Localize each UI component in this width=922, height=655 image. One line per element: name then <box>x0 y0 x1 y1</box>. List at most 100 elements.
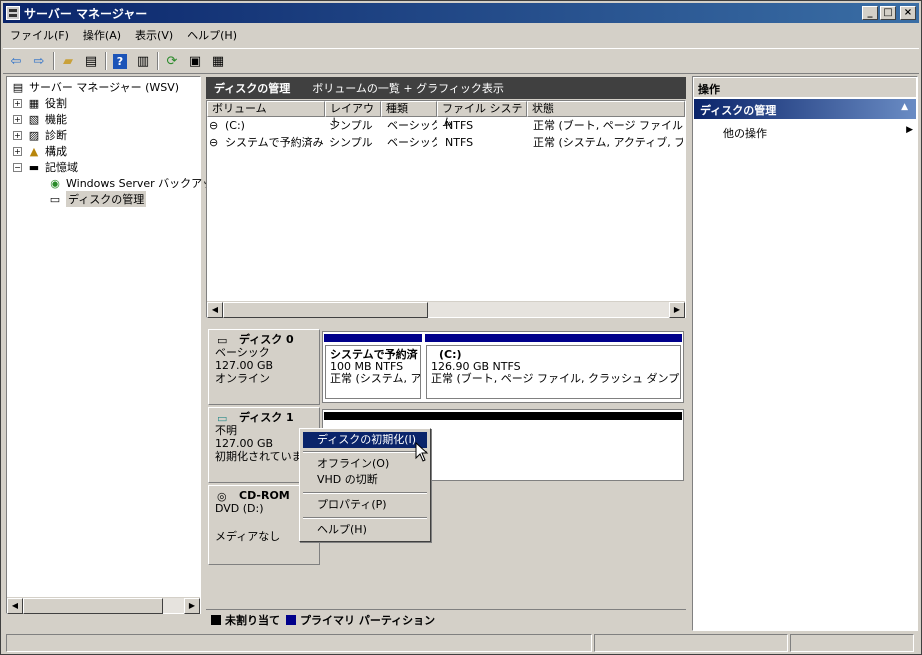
collapse-up-icon[interactable]: ▲ <box>901 102 908 112</box>
window-title: サーバー マネージャー <box>24 6 148 21</box>
tree-item-label: 診断 <box>45 129 67 142</box>
tree-item-roles[interactable]: + ▦ 役割 <box>13 95 67 111</box>
actions-header: 操作 <box>694 78 916 97</box>
legend-unallocated-swatch <box>211 614 221 625</box>
expand-icon[interactable]: + <box>13 114 22 124</box>
main-window: サーバー マネージャー _ □ × ファイル(F) 操作(A) 表示(V) ヘル… <box>0 0 922 655</box>
disk-name: ディスク 1 <box>239 411 294 424</box>
show-hide-tree-icon[interactable]: ▤ <box>81 51 101 71</box>
disk-graphical-view: ▭ ディスク 0 ベーシック 127.00 GB オンライン システムで予約済 1… <box>206 323 686 629</box>
content-title: ディスクの管理 <box>214 82 291 95</box>
tree-root[interactable]: ▤ サーバー マネージャー (WSV) <box>10 79 179 95</box>
tree-item-windows-server-backup[interactable]: ◉ Windows Server バックアップ <box>47 175 224 191</box>
scroll-right-icon[interactable]: ▶ <box>669 302 685 318</box>
menu-view[interactable]: 表示(V) <box>128 27 180 43</box>
toolbar-separator <box>53 52 55 70</box>
scroll-left-icon[interactable]: ◀ <box>7 598 23 614</box>
actions-pane: 操作 ディスクの管理 ▲ 他の操作 ▶ <box>692 76 918 631</box>
minimize-button[interactable]: _ <box>862 6 878 20</box>
volume-c[interactable]: (C:) 126.90 GB NTFS 正常 (ブート, ページ ファイル, ク… <box>426 345 681 399</box>
back-arrow-icon[interactable]: ⇦ <box>6 51 26 71</box>
disk-status: オンライン <box>215 372 270 385</box>
disk-management-icon: ▭ <box>49 192 61 206</box>
cell-status: 正常 (ブート, ページ ファイル, クラ <box>533 119 683 132</box>
cell-filesystem: NTFS <box>445 136 474 149</box>
tree-item-storage[interactable]: − ▬ 記憶域 <box>13 159 78 175</box>
tree-item-label: 機能 <box>45 113 67 126</box>
cell-volume: (C:) <box>225 119 245 132</box>
volume-status: 正常 (ブート, ページ ファイル, クラッシュ ダンプ, プライ <box>431 372 681 385</box>
cell-volume: システムで予約済み <box>225 136 324 149</box>
features-icon: ▧ <box>28 112 40 126</box>
partition-legend: 未割り当て プライマリ パーティション <box>206 609 686 629</box>
scroll-right-icon[interactable]: ▶ <box>184 598 200 614</box>
tree-item-configuration[interactable]: + ▲ 構成 <box>13 143 67 159</box>
navigation-tree: ▤ サーバー マネージャー (WSV) + ▦ 役割 + ▧ 機能 + ▨ 診断… <box>6 76 224 614</box>
expand-icon[interactable]: + <box>13 98 22 108</box>
menu-file[interactable]: ファイル(F) <box>3 27 76 43</box>
disk-size: 127.00 GB <box>215 359 274 372</box>
tree-item-label: ディスクの管理 <box>66 191 147 207</box>
tree-item-features[interactable]: + ▧ 機能 <box>13 111 67 127</box>
cell-layout: シンプル <box>329 136 373 149</box>
close-button[interactable]: × <box>900 6 916 20</box>
menu-action[interactable]: 操作(A) <box>76 27 128 43</box>
collapse-icon[interactable]: − <box>13 162 22 172</box>
drive-icon: ⊖ <box>209 136 219 149</box>
refresh-icon[interactable]: ⟳ <box>162 51 182 71</box>
menu-item-help[interactable]: ヘルプ(H) <box>303 522 427 538</box>
column-header-layout[interactable]: レイアウト <box>325 101 381 129</box>
scroll-thumb[interactable] <box>223 302 428 318</box>
column-header-type[interactable]: 種類 <box>381 101 437 117</box>
menu-bar: ファイル(F) 操作(A) 表示(V) ヘルプ(H) <box>3 25 919 45</box>
properties-icon[interactable]: ▣ <box>185 51 205 71</box>
tree-item-label: 構成 <box>45 145 67 158</box>
disk-name: ディスク 0 <box>239 333 294 346</box>
disk-0-label[interactable]: ▭ ディスク 0 ベーシック 127.00 GB オンライン <box>208 329 320 405</box>
more-actions-label: 他の操作 <box>723 127 767 140</box>
expand-icon[interactable]: + <box>13 146 22 156</box>
tree-horizontal-scrollbar[interactable]: ◀ ▶ <box>7 597 200 614</box>
forward-arrow-icon[interactable]: ⇨ <box>29 51 49 71</box>
menu-item-initialize-disk[interactable]: ディスクの初期化(I) <box>303 432 427 448</box>
toolbar-separator <box>105 52 107 70</box>
configuration-icon: ▲ <box>29 144 39 158</box>
scroll-left-icon[interactable]: ◀ <box>207 302 223 318</box>
actions-more-actions[interactable]: 他の操作 ▶ <box>723 125 913 141</box>
maximize-button[interactable]: □ <box>880 6 896 20</box>
up-folder-icon[interactable]: ▰ <box>58 51 78 71</box>
tree-item-label: Windows Server バックアップ <box>66 177 225 190</box>
scroll-thumb[interactable] <box>23 598 163 614</box>
status-panel <box>594 634 788 652</box>
title-bar[interactable]: サーバー マネージャー _ □ × <box>3 3 919 23</box>
disk-icon: ▭ <box>217 412 228 425</box>
column-header-filesystem[interactable]: ファイル システム <box>437 101 527 129</box>
content-header: ディスクの管理 ボリュームの一覧 + グラフィック表示 <box>206 77 686 99</box>
volume-list-horizontal-scrollbar[interactable]: ◀ ▶ <box>207 301 685 318</box>
roles-icon: ▦ <box>28 96 40 110</box>
menu-item-properties[interactable]: プロパティ(P) <box>303 497 427 513</box>
tree-item-disk-management[interactable]: ▭ ディスクの管理 <box>47 191 147 207</box>
column-header-volume[interactable]: ボリューム <box>207 101 325 117</box>
menu-help[interactable]: ヘルプ(H) <box>180 27 244 43</box>
tree-root-label: サーバー マネージャー (WSV) <box>29 81 180 94</box>
help-icon[interactable]: ? <box>110 51 130 71</box>
wizard-icon[interactable]: ▦ <box>208 51 228 71</box>
tree-item-label: 記憶域 <box>45 161 78 174</box>
expand-icon[interactable]: + <box>13 130 22 140</box>
show-hide-action-icon[interactable]: ▥ <box>133 51 153 71</box>
disk-icon: ▭ <box>217 334 228 347</box>
disk-type: ベーシック <box>215 346 270 359</box>
actions-section-disk-management[interactable]: ディスクの管理 ▲ <box>694 99 916 119</box>
toolbar-separator <box>157 52 159 70</box>
disk-name: CD-ROM <box>239 489 290 502</box>
column-header-status[interactable]: 状態 <box>527 101 685 117</box>
volume-system-reserved[interactable]: システムで予約済 100 MB NTFS 正常 (システム, ア <box>325 345 421 399</box>
cell-type: ベーシック <box>387 136 437 149</box>
toolbar: ⇦ ⇨ ▰ ▤ ? ▥ ⟳ ▣ ▦ <box>3 48 919 74</box>
volume-status: 正常 (システム, ア <box>330 372 421 385</box>
menu-item-offline[interactable]: オフライン(O) <box>303 456 427 472</box>
menu-item-detach-vhd[interactable]: VHD の切断 <box>303 472 427 488</box>
storage-icon: ▬ <box>28 160 40 174</box>
tree-item-diagnostics[interactable]: + ▨ 診断 <box>13 127 67 143</box>
